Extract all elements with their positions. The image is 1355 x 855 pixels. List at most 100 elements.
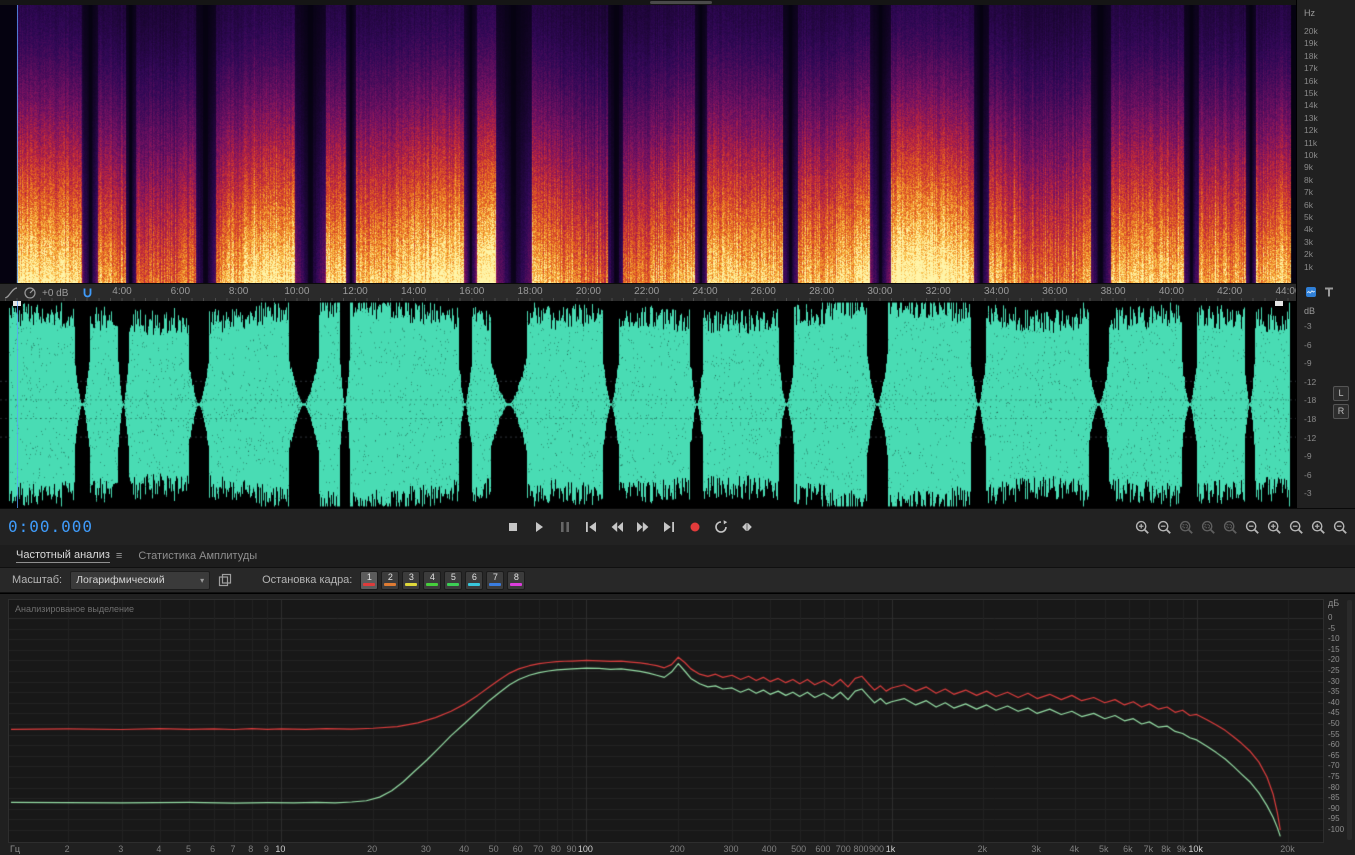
channel-left-button[interactable]: L [1333,386,1349,401]
frequency-scale-label: 15k [1304,88,1318,98]
fast-forward-button[interactable] [632,516,654,538]
waveform-display[interactable] [0,301,1296,508]
skip-selection-button[interactable] [736,516,758,538]
zoom-in-at-out-point-button[interactable] [1221,519,1239,536]
frequency-plot-canvas[interactable] [9,600,1323,842]
db-scale-label: -9 [1304,358,1312,369]
zoom-out-time-button[interactable] [1287,519,1305,536]
db-tick-label: -10 [1328,634,1340,644]
audition-window: +0 dB 4:00 6:00 8:00 10:00 12:00 14:00 16:00 18… [0,0,1355,855]
db-tick-label: -70 [1328,761,1340,771]
freeze-button-2[interactable]: 2 [381,570,400,590]
copy-graph-icon[interactable] [218,573,232,587]
freeze-button-8[interactable]: 8 [507,570,526,590]
go-to-end-icon [664,522,674,532]
scale-dropdown-value: Логарифмический [76,574,165,586]
freeze-color-bar [405,582,418,586]
db-tick-label: -30 [1328,676,1340,686]
zoom-out-icon [1157,520,1171,534]
zoom-in-button[interactable] [1133,519,1151,536]
stop-button[interactable] [502,516,524,538]
freeze-buttons: 1 2 3 4 5 6 7 8 [360,570,526,590]
scrollbar-handle[interactable] [650,1,712,4]
play-button[interactable] [528,516,550,538]
spectrogram[interactable] [0,5,1296,283]
frequency-tick-label: 200 [669,844,685,854]
tab-frequency-analysis[interactable]: Частотный анализ ≡ [8,545,130,567]
frequency-tick-label: 1k [885,844,896,854]
freeze-button-number: 6 [471,571,477,582]
freeze-button-1[interactable]: 1 [360,570,379,590]
freeze-button-number: 8 [513,571,519,582]
loop-playback-button[interactable] [710,516,732,538]
freeze-button-6[interactable]: 6 [465,570,484,590]
zoom-to-selection-button[interactable] [1177,519,1195,536]
frequency-tick-label: 30 [420,844,431,854]
freeze-button-number: 5 [450,571,456,582]
frequency-tick-label: 800 [853,844,869,854]
freeze-color-bar [447,582,460,586]
time-label: 34:00 [983,286,1010,297]
pin-icon[interactable] [1323,286,1335,298]
freeze-color-bar [510,582,523,586]
frequency-analysis-panel: Анализированое выделение дБ 0 -5 -10 -15 -20… [0,593,1355,855]
zoom-out-full-button[interactable] [1243,519,1261,536]
db-tick-label: -25 [1328,666,1340,675]
zoom-out-amplitude-button[interactable] [1331,519,1349,536]
db-tick-label: -75 [1328,772,1340,781]
gain-knob-icon[interactable] [23,286,37,300]
frequency-scale-label: 13k [1304,112,1318,123]
playhead[interactable] [17,5,18,283]
go-to-end-button[interactable] [658,516,680,538]
freeze-button-5[interactable]: 5 [444,570,463,590]
chevron-down-icon: ▾ [200,575,205,585]
db-tick-label: -50 [1328,719,1340,728]
spectral-controls-icon[interactable] [1305,286,1317,298]
gain-readout[interactable]: +0 dB [42,288,68,299]
spectral-display[interactable] [0,5,1296,283]
playhead[interactable] [17,301,18,508]
frequency-scale-label: 5k [1304,212,1313,222]
timeline-ruler[interactable]: +0 dB 4:00 6:00 8:00 10:00 12:00 14:00 16:00 18… [0,283,1301,303]
frequency-tick-label: 70 [533,844,544,854]
db-scale-label: -3 [1304,321,1312,331]
frequency-tick-label: 2k [977,844,988,854]
frequency-tick-label: 3k [1031,844,1041,854]
scale-dropdown[interactable]: Логарифмический ▾ [70,570,211,590]
panel-menu-icon[interactable]: ≡ [116,550,122,562]
freeze-button-4[interactable]: 4 [423,570,442,590]
time-display[interactable]: 0:00.000 [8,517,93,536]
frequency-scale-label: 19k [1304,38,1318,49]
zoom-in-time-button[interactable] [1265,519,1283,536]
frequency-scale-label: 12k [1304,125,1318,136]
zoom-out-button[interactable] [1155,519,1173,536]
record-icon [690,522,700,532]
selection-handle-right[interactable] [1275,301,1283,306]
frequency-plot[interactable]: Анализированое выделение [8,599,1324,843]
tab-amplitude-statistics[interactable]: Статистика Амплитуды [130,545,265,567]
channel-right-button[interactable]: R [1333,404,1349,419]
fade-curve-icon[interactable] [4,286,18,300]
play-icon [536,522,543,532]
go-to-start-button[interactable] [580,516,602,538]
db-scale-label: -9 [1304,451,1312,462]
freeze-button-7[interactable]: 7 [486,570,505,590]
time-label: 12:00 [342,286,368,297]
panel-scrollbar[interactable] [1347,600,1352,840]
waveform[interactable] [0,301,1296,508]
spectral-axis-title: Hz [1304,8,1315,18]
zoom-in-at-in-point-button[interactable] [1199,519,1217,536]
record-button[interactable] [684,516,706,538]
frequency-tick-label: 4 [156,844,162,854]
db-tick-label: -5 [1328,623,1336,633]
snap-magnet-icon[interactable] [81,287,94,300]
frequency-scale-label: 7k [1304,187,1313,198]
zoom-in-at-out-point-icon [1223,520,1237,534]
zoom-in-amplitude-button[interactable] [1309,519,1327,536]
rewind-button[interactable] [606,516,628,538]
db-scale-label: -6 [1304,339,1312,350]
freeze-button-3[interactable]: 3 [402,570,421,590]
db-scale-label: -18 [1304,414,1317,424]
frequency-scale-label: 11k [1304,137,1318,148]
pause-button[interactable] [554,516,576,538]
